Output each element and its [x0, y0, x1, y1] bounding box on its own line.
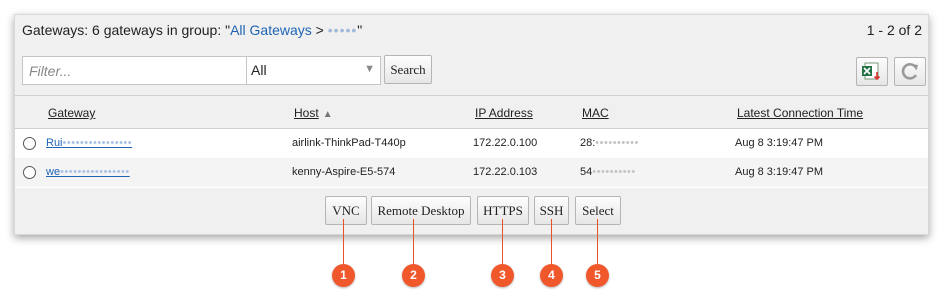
- row-select-radio[interactable]: [23, 137, 36, 150]
- sort-ascending-icon: ▲: [322, 109, 333, 120]
- refresh-button[interactable]: [894, 57, 926, 86]
- gateway-name-redacted: ••••••••••••••••: [62, 137, 133, 149]
- breadcrumb-separator: >: [311, 22, 328, 38]
- gateways-panel: Gateways: 6 gateways in group: "All Gate…: [14, 14, 929, 235]
- table-row[interactable]: Rui•••••••••••••••• airlink-ThinkPad-T44…: [15, 129, 928, 158]
- callout-marker-5: 5: [586, 264, 609, 287]
- callout-marker-2: 2: [402, 264, 425, 287]
- ip-cell: 172.22.0.100: [473, 137, 538, 149]
- select-button[interactable]: Select: [575, 196, 621, 225]
- mac-cell: 54••••••••••: [580, 166, 636, 178]
- callout-line: [343, 219, 344, 265]
- callout-marker-1: 1: [332, 264, 355, 287]
- panel-header: Gateways: 6 gateways in group: "All Gate…: [15, 15, 928, 95]
- column-header-ip-address[interactable]: IP Address: [475, 106, 533, 120]
- gateway-link[interactable]: we••••••••••••••••: [46, 166, 130, 178]
- callout-line: [502, 219, 503, 265]
- host-cell: airlink-ThinkPad-T440p: [292, 137, 406, 149]
- table-header: Gateway Host ▲ IP Address MAC Latest Conn…: [15, 95, 928, 129]
- gateways-table: Gateway Host ▲ IP Address MAC Latest Conn…: [15, 95, 928, 188]
- ip-cell: 172.22.0.103: [473, 166, 538, 178]
- callout-line: [597, 219, 598, 265]
- column-header-latest-connection-time[interactable]: Latest Connection Time: [737, 106, 863, 120]
- gateway-name-prefix: we: [46, 166, 61, 178]
- title-prefix: Gateways: 6 gateways in group: ": [22, 22, 231, 38]
- filter-select-value: All: [251, 62, 267, 78]
- callout-line: [413, 219, 414, 265]
- title-suffix: ": [357, 22, 363, 38]
- filter-select[interactable]: All ▼: [246, 56, 381, 85]
- chevron-down-icon: ▼: [364, 63, 375, 75]
- https-button[interactable]: HTTPS: [477, 196, 529, 225]
- subgroup-name: •••••: [327, 22, 358, 38]
- mac-redacted: ••••••••••: [595, 137, 639, 149]
- mac-cell: 28:••••••••••: [580, 137, 639, 149]
- vnc-button[interactable]: VNC: [325, 196, 367, 225]
- refresh-icon: [901, 63, 918, 80]
- callout-marker-4: 4: [540, 264, 563, 287]
- column-header-mac[interactable]: MAC: [582, 106, 609, 120]
- mac-redacted: ••••••••••: [592, 166, 636, 178]
- row-select-radio[interactable]: [23, 166, 36, 179]
- column-header-gateway[interactable]: Gateway: [48, 106, 95, 120]
- callout-marker-3: 3: [491, 264, 514, 287]
- excel-export-icon: [862, 62, 881, 81]
- mac-prefix: 54: [580, 166, 593, 178]
- column-header-host-label: Host: [294, 106, 319, 120]
- gateway-link[interactable]: Rui••••••••••••••••: [46, 137, 132, 149]
- export-excel-button[interactable]: [856, 57, 888, 86]
- all-gateways-link[interactable]: All Gateways: [230, 22, 312, 38]
- mac-prefix: 28:: [580, 137, 596, 149]
- gateway-name-prefix: Rui: [46, 137, 63, 149]
- callout-line: [551, 219, 552, 265]
- remote-desktop-button[interactable]: Remote Desktop: [371, 196, 471, 225]
- table-row[interactable]: we•••••••••••••••• kenny-Aspire-E5-574 1…: [15, 158, 928, 187]
- action-bar: VNC Remote Desktop HTTPS SSH Select: [15, 188, 928, 234]
- search-button[interactable]: Search: [384, 55, 432, 84]
- pagination-info: 1 - 2 of 2: [866, 22, 922, 38]
- column-header-host[interactable]: Host ▲: [294, 106, 333, 120]
- page-title: Gateways: 6 gateways in group: "All Gate…: [22, 22, 362, 38]
- host-cell: kenny-Aspire-E5-574: [292, 166, 396, 178]
- filter-input[interactable]: [22, 56, 252, 85]
- gateway-name-redacted: ••••••••••••••••: [60, 166, 130, 178]
- connection-time-cell: Aug 8 3:19:47 PM: [735, 166, 824, 178]
- connection-time-cell: Aug 8 3:19:47 PM: [735, 137, 824, 149]
